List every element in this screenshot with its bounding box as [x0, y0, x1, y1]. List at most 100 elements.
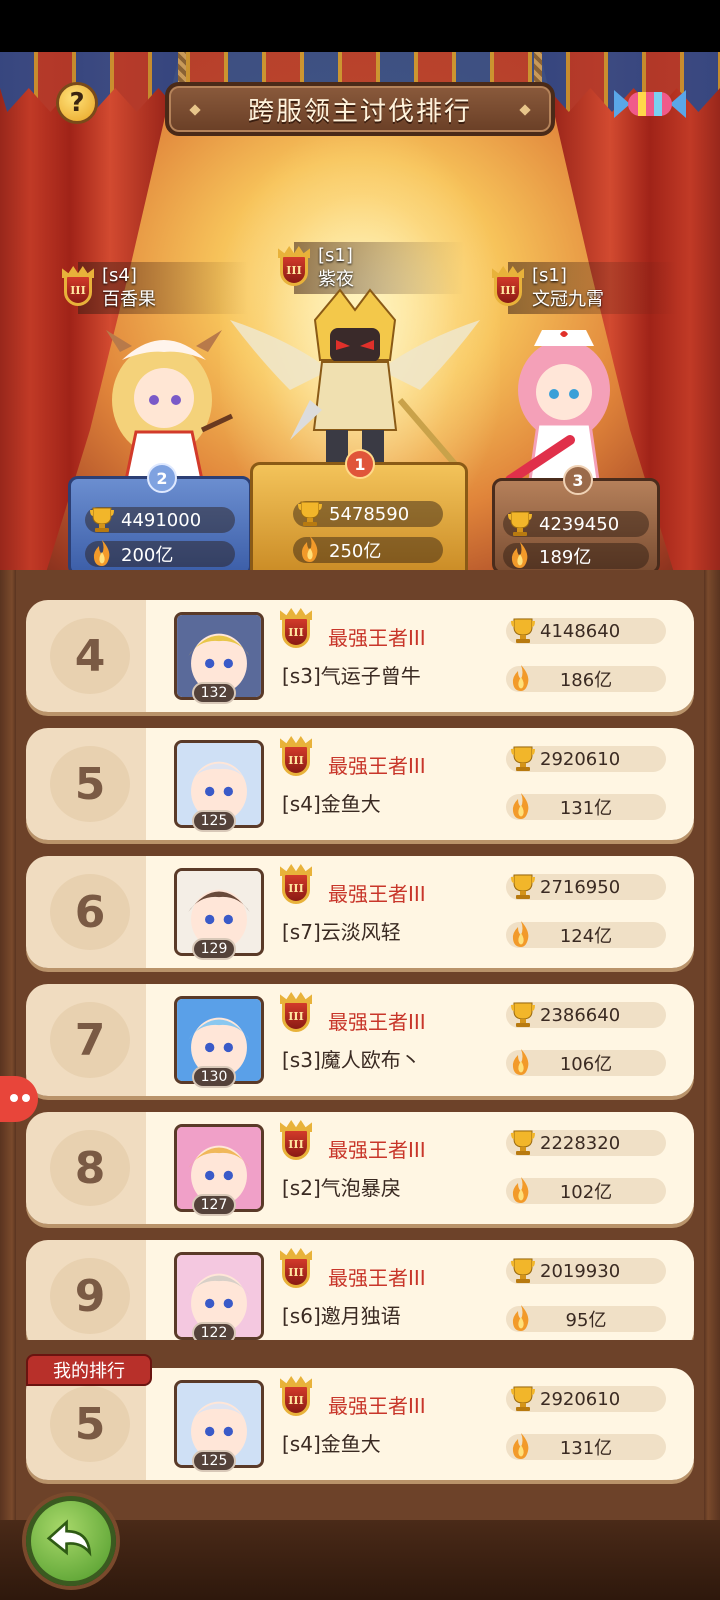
flame-icon	[512, 1433, 529, 1459]
rank-number: 4	[50, 618, 130, 694]
podium-3-nametag: III [s1] 文冠九霄	[488, 262, 678, 314]
score-pill: 2716950	[506, 874, 666, 900]
rank-title: 最强王者III	[328, 754, 426, 778]
flame-icon	[512, 1049, 529, 1075]
place-badge-1: 1	[345, 449, 375, 479]
score-value: 2228320	[540, 1132, 621, 1154]
rank-emblem-icon: III	[58, 266, 98, 310]
flame-icon	[511, 542, 528, 568]
player-name: [s4]金鱼大	[282, 792, 381, 816]
score-value: 4148640	[540, 620, 621, 642]
podium-3-server: [s1]	[532, 265, 567, 286]
power-value: 124亿	[559, 926, 613, 947]
podium-1-score: 5478590	[293, 501, 443, 527]
score-pill: 2228320	[506, 1130, 666, 1156]
podium-3-name: 文冠九霄	[532, 289, 604, 310]
rank-emblem-icon: III	[276, 608, 316, 652]
score-value: 2386640	[540, 1004, 621, 1026]
sign-rope-left	[178, 52, 186, 86]
help-icon: ?	[69, 88, 85, 118]
rank-number: 7	[50, 1002, 130, 1078]
podium-2-server: [s4]	[102, 265, 137, 286]
trophy-icon	[511, 1258, 535, 1283]
rank-title: 最强王者III	[328, 1394, 426, 1418]
player-name: [s7]云淡风轻	[282, 920, 401, 944]
rank-title: 最强王者III	[328, 882, 426, 906]
trophy-icon	[511, 874, 535, 899]
podium-2-name: 百香果	[102, 289, 156, 310]
flame-icon	[301, 536, 318, 562]
ranking-row[interactable]: 8 127 III 最强王者III [s2]气泡暴戾 2228320 102亿	[26, 1112, 694, 1224]
flame-icon	[512, 1305, 529, 1331]
ranking-row[interactable]: 5 125 III 最强王者III [s4]金鱼大 2920610 131亿	[26, 728, 694, 840]
rank-title: 最强王者III	[328, 626, 426, 650]
power-pill: 124亿	[506, 921, 666, 948]
power-pill: 131亿	[506, 1433, 666, 1460]
rank-title: 最强王者III	[328, 1138, 426, 1162]
flame-icon	[512, 793, 529, 819]
rank-title: 最强王者III	[328, 1010, 426, 1034]
power-value: 102亿	[559, 1182, 613, 1203]
place-badge-3: 3	[563, 465, 593, 495]
title-plaque: 跨服领主讨伐排行	[165, 82, 555, 136]
player-level: 122	[192, 1322, 236, 1340]
power-value: 95亿	[565, 1310, 607, 1331]
rank-number: 9	[50, 1258, 130, 1334]
player-level: 125	[192, 810, 236, 832]
score-value: 2920610	[540, 1388, 621, 1410]
score-pill: 2019930	[506, 1258, 666, 1284]
rank-title: 最强王者III	[328, 1266, 426, 1290]
place-badge-2: 2	[147, 463, 177, 493]
podium-2-pedestal: 2 4491000 200亿	[68, 463, 252, 576]
score-value: 2019930	[540, 1260, 621, 1282]
rank-emblem-icon: III	[276, 864, 316, 908]
rank-emblem-icon: III	[276, 992, 316, 1036]
flame-icon	[512, 1177, 529, 1203]
flame-icon	[93, 540, 110, 566]
power-value: 131亿	[559, 1438, 613, 1459]
ranking-row[interactable]: 6 129 III 最强王者III [s7]云淡风轻 2716950 124亿	[26, 856, 694, 968]
power-value: 106亿	[559, 1054, 613, 1075]
page-title: 跨服领主讨伐排行	[247, 96, 472, 127]
ranking-list[interactable]: 4 132 III 最强王者III [s3]气运子曾牛 4148640 186亿…	[0, 600, 720, 1340]
score-pill: 2920610	[506, 1386, 666, 1412]
trophy-icon	[508, 511, 532, 536]
power-pill: 131亿	[506, 793, 666, 820]
flame-icon	[512, 921, 529, 947]
candy-icon[interactable]	[614, 84, 686, 124]
player-level: 129	[192, 938, 236, 960]
power-pill: 95亿	[506, 1305, 666, 1332]
ranking-row[interactable]: 9 122 III 最强王者III [s6]邀月独语 2019930 95亿	[26, 1240, 694, 1340]
podium-3-pedestal: 3 4239450 189亿	[492, 465, 660, 574]
rank-emblem-icon: III	[488, 266, 528, 310]
back-arrow-icon	[46, 1519, 92, 1557]
ranking-row[interactable]: 4 132 III 最强王者III [s3]气运子曾牛 4148640 186亿	[26, 600, 694, 712]
player-name: [s4]金鱼大	[282, 1432, 381, 1456]
back-button[interactable]	[26, 1496, 116, 1586]
trophy-icon	[90, 507, 114, 532]
podium-1-server: [s1]	[318, 245, 353, 266]
podium-1-power: 250亿	[293, 536, 443, 563]
podium-3-character[interactable]	[500, 320, 630, 490]
player-level: 125	[192, 1450, 236, 1472]
power-pill: 186亿	[506, 665, 666, 692]
rank-number: 5	[50, 1386, 130, 1462]
rank-emblem-icon: III	[276, 1120, 316, 1164]
trophy-icon	[298, 501, 322, 526]
podium-3-power: 189亿	[503, 542, 649, 569]
ranking-row[interactable]: 7 130 III 最强王者III [s3]魔人欧布丶 2386640 106亿	[26, 984, 694, 1096]
status-bar	[0, 0, 720, 52]
flame-icon	[512, 665, 529, 691]
player-name: [s3]魔人欧布丶	[282, 1048, 421, 1072]
rank-emblem-icon: III	[276, 1248, 316, 1292]
power-value: 131亿	[559, 798, 613, 819]
rank-number: 5	[50, 746, 130, 822]
player-level: 132	[192, 682, 236, 704]
score-pill: 2920610	[506, 746, 666, 772]
score-pill: 4148640	[506, 618, 666, 644]
power-pill: 106亿	[506, 1049, 666, 1076]
podium-1-pedestal: 1 5478590 250亿	[250, 449, 468, 580]
player-level: 127	[192, 1194, 236, 1216]
help-button[interactable]: ?	[56, 82, 98, 124]
rank-number: 8	[50, 1130, 130, 1206]
